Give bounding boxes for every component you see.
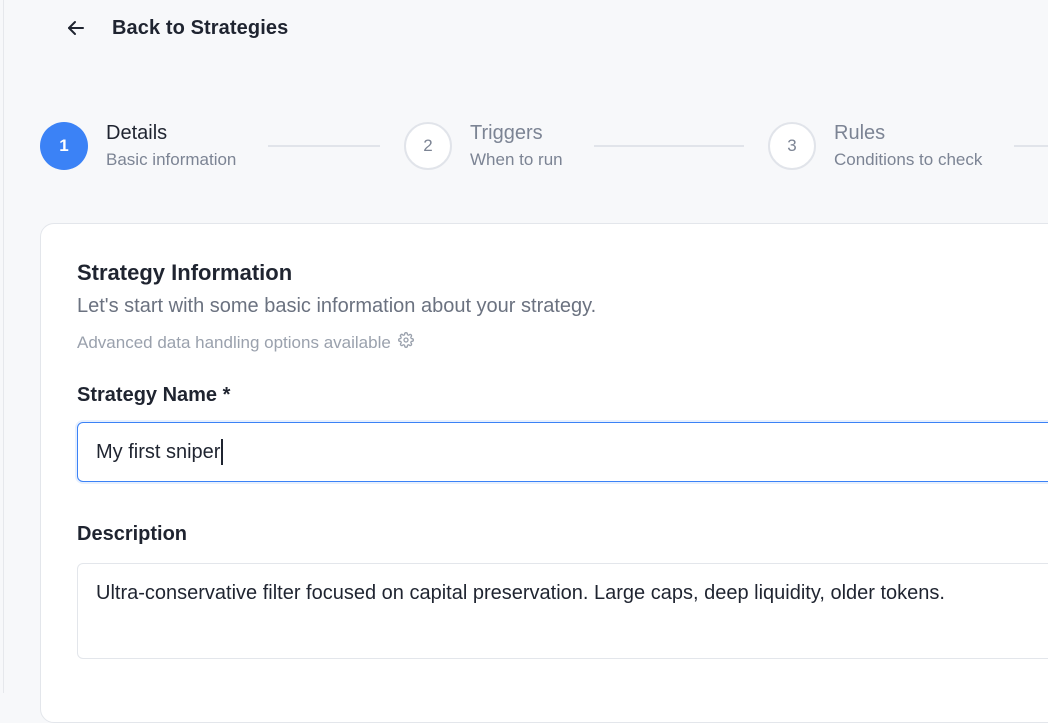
arrow-left-icon — [64, 16, 88, 40]
step-number: 2 — [404, 122, 452, 170]
step-title: Triggers — [470, 122, 543, 144]
step-connector — [268, 145, 380, 147]
description-textarea[interactable]: Ultra-conservative filter focused on cap… — [77, 563, 1048, 659]
description-value: Ultra-conservative filter focused on cap… — [96, 582, 945, 604]
strategy-name-value: My first sniper — [96, 440, 221, 463]
text-caret — [221, 439, 223, 465]
step-title: Details — [106, 122, 168, 144]
gear-icon — [397, 332, 414, 353]
step-rules[interactable]: 3 Rules Conditions to check — [768, 120, 982, 172]
step-subtitle: When to run — [470, 150, 563, 169]
card-subtitle: Let's start with some basic information … — [77, 295, 597, 317]
step-number: 3 — [768, 122, 816, 170]
step-triggers[interactable]: 2 Triggers When to run — [404, 120, 563, 172]
step-subtitle: Conditions to check — [834, 150, 983, 169]
step-number: 1 — [40, 122, 88, 170]
back-to-strategies-link[interactable]: Back to Strategies — [64, 12, 288, 44]
left-border — [3, 0, 4, 693]
back-link-label: Back to Strategies — [112, 16, 289, 39]
strategy-name-input[interactable]: My first sniper — [77, 422, 1048, 482]
step-subtitle: Basic information — [106, 150, 237, 169]
advanced-options-link[interactable]: Advanced data handling options available — [77, 332, 414, 353]
step-connector — [1014, 145, 1048, 147]
strategy-name-label: Strategy Name * — [77, 384, 231, 406]
advanced-options-label: Advanced data handling options available — [77, 332, 391, 352]
step-connector — [594, 145, 744, 147]
strategy-info-card: Strategy Information Let's start with so… — [40, 223, 1048, 723]
step-details[interactable]: 1 Details Basic information — [40, 120, 236, 172]
card-title: Strategy Information — [77, 260, 293, 285]
step-title: Rules — [834, 122, 886, 144]
stepper: 1 Details Basic information 2 Triggers W… — [40, 120, 1048, 176]
description-label: Description — [77, 523, 188, 545]
